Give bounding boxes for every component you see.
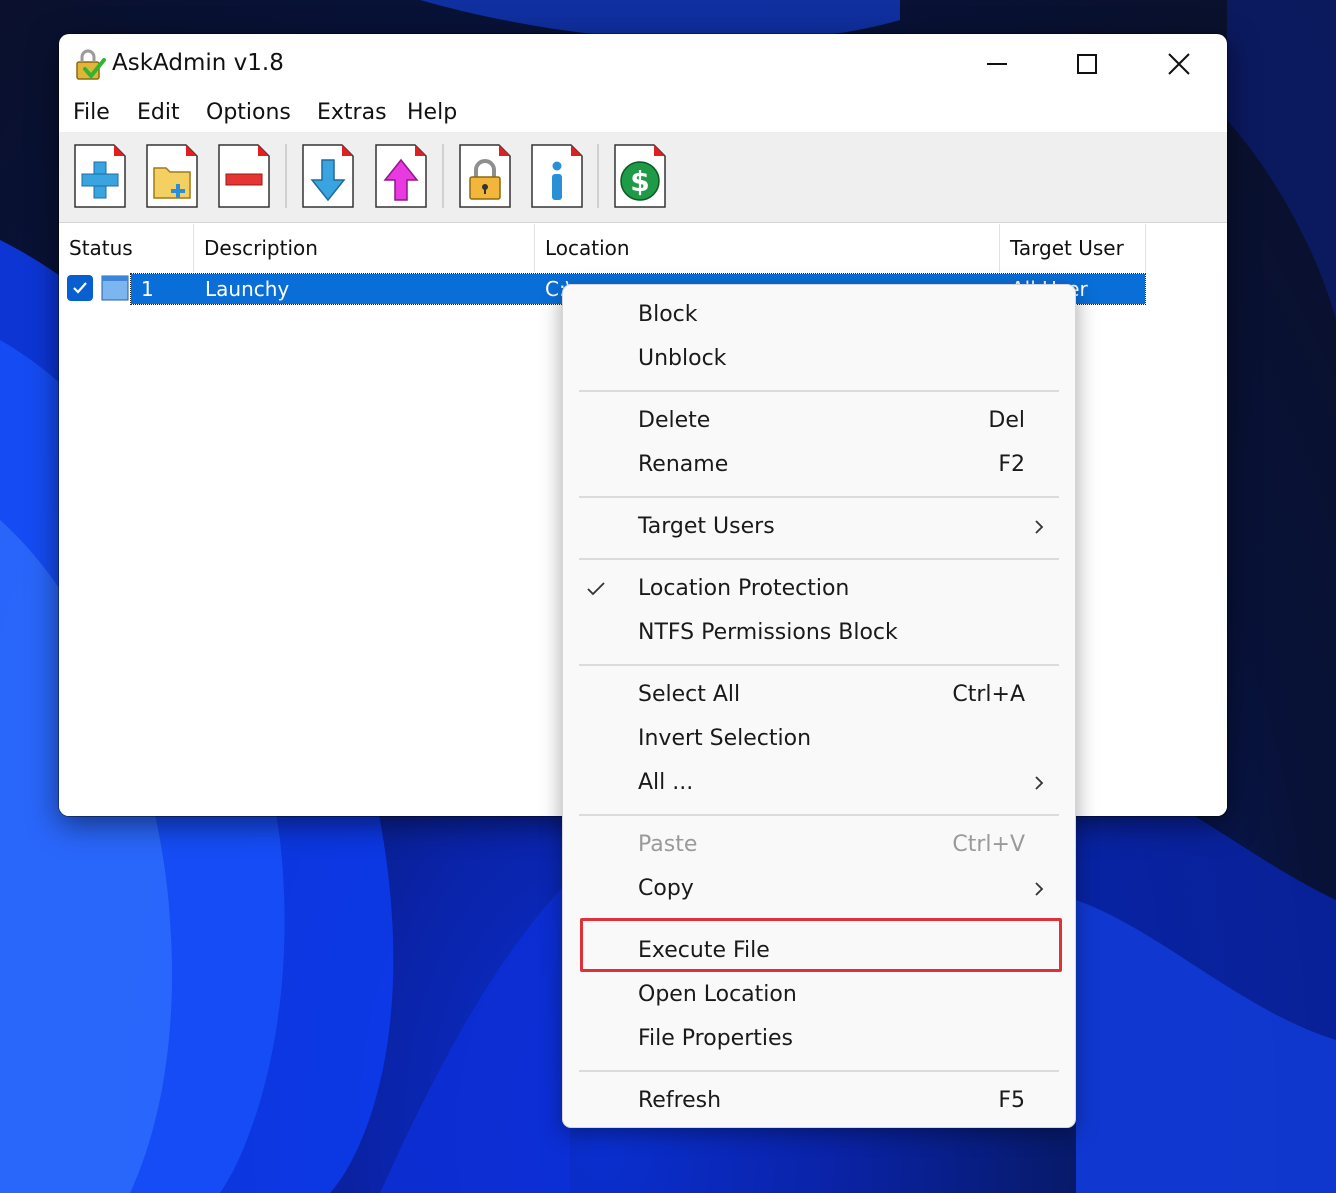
maximize-icon <box>1077 54 1097 74</box>
menu-item-select-all[interactable]: Select All Ctrl+A <box>563 673 1075 717</box>
chevron-right-icon <box>1035 882 1044 896</box>
menu-item-label: Block <box>638 302 698 327</box>
import-button[interactable] <box>302 144 354 208</box>
folder-add-icon <box>153 167 191 199</box>
menu-item-label: Select All <box>638 682 741 707</box>
column-header-location[interactable]: Location <box>535 224 1000 272</box>
menu-item-shortcut: Del <box>988 408 1025 433</box>
toolbar-separator <box>285 144 287 208</box>
column-header-description[interactable]: Description <box>194 224 535 272</box>
dollar-icon: $ <box>620 161 660 201</box>
menu-separator <box>579 814 1059 816</box>
menu-item-label: Target Users <box>638 514 775 539</box>
menu-item-label: Invert Selection <box>638 726 812 751</box>
checkmark-icon <box>73 282 87 294</box>
menu-item-all[interactable]: All ... <box>563 761 1075 805</box>
menu-item-label: Copy <box>638 876 694 901</box>
menu-item-invert-selection[interactable]: Invert Selection <box>563 717 1075 761</box>
menu-item-label: Delete <box>638 408 711 433</box>
row-number: 1 <box>141 277 154 301</box>
menu-item-unblock[interactable]: Unblock <box>563 337 1075 381</box>
menu-item-label: Rename <box>638 452 729 477</box>
menu-separator <box>579 1070 1059 1072</box>
title-bar[interactable]: AskAdmin v1.8 <box>59 34 1227 94</box>
menu-item-delete[interactable]: Delete Del <box>563 399 1075 443</box>
menu-item-copy[interactable]: Copy <box>563 867 1075 911</box>
add-folder-button[interactable] <box>146 144 198 208</box>
toolbar-separator <box>597 144 599 208</box>
minus-icon <box>225 173 263 186</box>
menu-item-label: Unblock <box>638 346 727 371</box>
menu-item-target-users[interactable]: Target Users <box>563 505 1075 549</box>
info-button[interactable] <box>531 144 583 208</box>
menu-item-label: File Properties <box>638 1026 793 1051</box>
window-title: AskAdmin v1.8 <box>112 50 284 76</box>
menu-item-label: NTFS Permissions Block <box>638 620 898 645</box>
lock-button[interactable] <box>459 144 511 208</box>
menu-item-open-location[interactable]: Open Location <box>563 973 1075 1017</box>
svg-text:$: $ <box>630 165 649 198</box>
column-header-status[interactable]: Status <box>59 224 194 272</box>
checkmark-icon <box>587 582 605 596</box>
file-type-icon <box>101 275 129 301</box>
menu-extras[interactable]: Extras <box>317 100 387 125</box>
toolbar: $ <box>59 132 1227 223</box>
export-button[interactable] <box>375 144 427 208</box>
minimize-button[interactable] <box>951 34 1043 94</box>
menu-help[interactable]: Help <box>407 100 457 125</box>
minimize-icon <box>987 63 1007 65</box>
menu-item-file-properties[interactable]: File Properties <box>563 1017 1075 1061</box>
menu-item-execute-file[interactable]: Execute File <box>563 929 1075 973</box>
menu-bar: File Edit Options Extras Help <box>59 94 1227 132</box>
close-icon <box>1168 53 1190 75</box>
menu-item-block[interactable]: Block <box>563 293 1075 337</box>
row-description: Launchy <box>205 277 290 301</box>
menu-item-rename[interactable]: Rename F2 <box>563 443 1075 487</box>
menu-item-label: Open Location <box>638 982 797 1007</box>
context-menu: Block Unblock Delete Del Rename F2 Targe… <box>562 284 1076 1128</box>
remove-button[interactable] <box>218 144 270 208</box>
menu-separator <box>579 664 1059 666</box>
menu-item-location-protection[interactable]: Location Protection <box>563 567 1075 611</box>
maximize-button[interactable] <box>1041 34 1133 94</box>
menu-item-label: Execute File <box>638 938 770 963</box>
menu-separator <box>579 390 1059 392</box>
menu-item-label: Paste <box>638 832 698 857</box>
add-file-button[interactable] <box>74 144 126 208</box>
menu-file[interactable]: File <box>73 100 110 125</box>
menu-item-label: All ... <box>638 770 694 795</box>
menu-options[interactable]: Options <box>206 100 291 125</box>
menu-item-ntfs-permissions-block[interactable]: NTFS Permissions Block <box>563 611 1075 655</box>
menu-item-paste[interactable]: Paste Ctrl+V <box>563 823 1075 867</box>
column-header-target-user[interactable]: Target User <box>1000 224 1146 272</box>
chevron-right-icon <box>1035 776 1044 790</box>
menu-item-shortcut: Ctrl+A <box>952 682 1025 707</box>
close-button[interactable] <box>1133 34 1225 94</box>
menu-separator <box>579 558 1059 560</box>
row-checkbox[interactable] <box>67 275 93 301</box>
menu-item-label: Location Protection <box>638 576 850 601</box>
toolbar-separator <box>442 144 444 208</box>
menu-item-shortcut: F2 <box>998 452 1025 477</box>
menu-separator <box>579 496 1059 498</box>
info-icon <box>552 161 562 200</box>
menu-edit[interactable]: Edit <box>137 100 180 125</box>
app-lock-icon <box>76 49 106 80</box>
menu-item-shortcut: F5 <box>998 1088 1025 1113</box>
menu-item-refresh[interactable]: Refresh F5 <box>563 1079 1075 1123</box>
donate-button[interactable]: $ <box>614 144 666 208</box>
menu-item-label: Refresh <box>638 1088 722 1113</box>
menu-item-shortcut: Ctrl+V <box>952 832 1025 857</box>
chevron-right-icon <box>1035 520 1044 534</box>
